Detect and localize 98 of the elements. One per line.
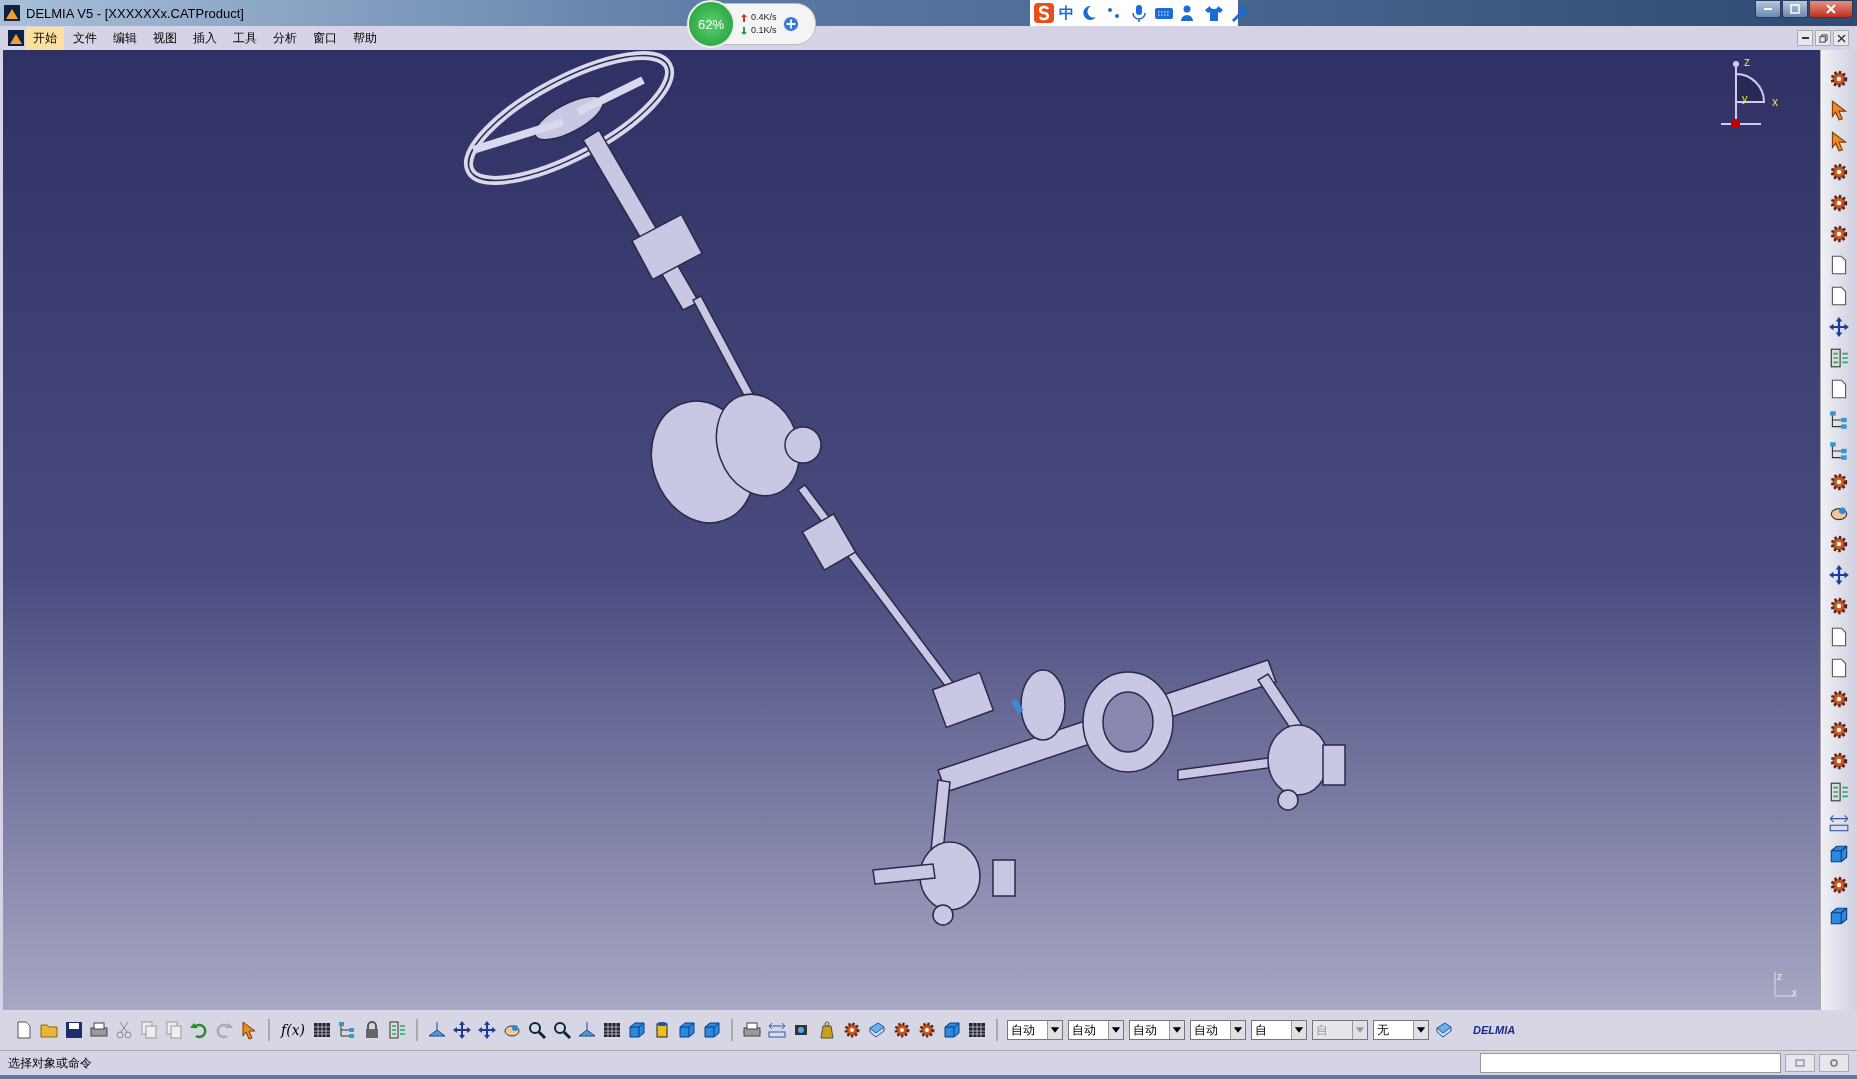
dropdown-caret-icon	[1230, 1021, 1245, 1039]
dropdown-caret-icon	[1108, 1021, 1123, 1039]
property-dropdown[interactable]: 无	[1373, 1020, 1429, 1040]
gear-icon[interactable]	[917, 1020, 937, 1040]
status-prompt: 选择对象或命令	[8, 1054, 92, 1072]
s-logo-icon	[1034, 3, 1054, 23]
ime-mode-toggle[interactable]: 中	[1059, 3, 1074, 23]
printer-icon[interactable]	[742, 1020, 762, 1040]
four-arrows-icon[interactable]	[1828, 564, 1850, 586]
window-icon	[1795, 1058, 1805, 1068]
upload-speed: 0.4K/s	[741, 11, 777, 24]
app-icon	[4, 5, 20, 21]
menu-item[interactable]: 插入	[186, 26, 224, 50]
gear-icon[interactable]	[1828, 223, 1850, 245]
gear-icon[interactable]	[1828, 471, 1850, 493]
gear-icon	[1829, 1058, 1839, 1068]
tree-icon[interactable]	[1828, 409, 1850, 431]
dropdown-caret-icon	[1291, 1021, 1306, 1039]
document-icon[interactable]	[14, 1020, 34, 1040]
menu-item[interactable]: 开始	[26, 26, 64, 50]
weight-icon[interactable]	[817, 1020, 837, 1040]
close-icon	[1826, 4, 1836, 14]
maximize-button[interactable]	[1782, 0, 1808, 18]
cube-icon[interactable]	[1828, 843, 1850, 865]
status-button[interactable]	[1819, 1054, 1849, 1072]
window-title: DELMIA V5 - [XXXXXXx.CATProduct]	[26, 5, 244, 21]
book-icon[interactable]	[867, 1020, 887, 1040]
gear-icon[interactable]	[1828, 161, 1850, 183]
close-button[interactable]	[1833, 30, 1849, 46]
menu-item[interactable]: 工具	[226, 26, 264, 50]
dropdown-caret-icon	[1169, 1021, 1184, 1039]
ruler-icon[interactable]	[767, 1020, 787, 1040]
ruler-icon[interactable]	[1828, 812, 1850, 834]
cube-icon[interactable]	[942, 1020, 962, 1040]
four-arrows-icon[interactable]	[1828, 316, 1850, 338]
gear-icon[interactable]	[892, 1020, 912, 1040]
command-input[interactable]	[1480, 1053, 1781, 1073]
four-arrows-icon[interactable]	[477, 1020, 497, 1040]
magnifier-icon[interactable]	[552, 1020, 572, 1040]
property-dropdown[interactable]: 自动	[1007, 1020, 1063, 1040]
maximize-icon	[1790, 4, 1800, 14]
shirt-icon[interactable]	[1204, 3, 1224, 23]
cube-icon[interactable]	[1828, 905, 1850, 927]
property-dropdown[interactable]: 自动	[1129, 1020, 1185, 1040]
gear-icon[interactable]	[1828, 68, 1850, 90]
dropdown-caret-icon	[1413, 1021, 1428, 1039]
printer-icon[interactable]	[89, 1020, 109, 1040]
minimize-icon	[1801, 37, 1809, 39]
menu-item[interactable]: 帮助	[346, 26, 384, 50]
minimize-button[interactable]	[1755, 0, 1781, 18]
list-icon[interactable]	[1828, 781, 1850, 803]
grid-icon[interactable]	[967, 1020, 987, 1040]
axis-indicator: z x	[1770, 970, 1800, 1000]
gear-icon[interactable]	[1828, 750, 1850, 772]
minimize-button[interactable]	[1797, 30, 1813, 46]
download-speed: 0.1K/s	[741, 24, 777, 37]
minimize-icon	[1764, 8, 1772, 10]
close-icon	[1836, 33, 1846, 43]
gear-icon[interactable]	[1828, 533, 1850, 555]
plus-icon[interactable]	[782, 16, 799, 32]
cube-icon[interactable]	[627, 1020, 647, 1040]
cube-icon[interactable]	[702, 1020, 722, 1040]
list-icon[interactable]	[1828, 347, 1850, 369]
gear-icon[interactable]	[842, 1020, 862, 1040]
menu-item[interactable]: 窗口	[306, 26, 344, 50]
four-arrows-icon[interactable]	[452, 1020, 472, 1040]
dropdown-caret-icon	[1047, 1021, 1062, 1039]
cube-icon[interactable]	[677, 1020, 697, 1040]
book-icon[interactable]	[1434, 1020, 1454, 1040]
menu-item[interactable]: 编辑	[106, 26, 144, 50]
brand-logo: DELMIA	[1473, 1024, 1516, 1036]
gear-icon[interactable]	[1828, 719, 1850, 741]
microphone-icon[interactable]	[1129, 3, 1149, 23]
menu-item[interactable]: 分析	[266, 26, 304, 50]
axis-compass[interactable]: z y x	[1716, 54, 1786, 134]
close-button[interactable]	[1809, 0, 1853, 18]
property-dropdown[interactable]: 自	[1251, 1020, 1307, 1040]
property-dropdown[interactable]: 自动	[1190, 1020, 1246, 1040]
menu-item[interactable]: 文件	[66, 26, 104, 50]
magnifier-icon[interactable]	[527, 1020, 547, 1040]
tree-icon[interactable]	[1828, 440, 1850, 462]
up-arrow-icon	[741, 13, 747, 22]
down-arrow-icon	[741, 26, 747, 35]
gear-icon[interactable]	[1828, 192, 1850, 214]
dropdown-caret-icon	[1352, 1021, 1367, 1039]
grid-icon[interactable]	[602, 1020, 622, 1040]
grid-icon[interactable]	[312, 1020, 332, 1040]
gear-icon[interactable]	[1828, 595, 1850, 617]
gear-icon[interactable]	[1828, 688, 1850, 710]
restore-button[interactable]	[1815, 30, 1831, 46]
usage-gauge: 62%	[687, 0, 735, 48]
document-window-icon[interactable]	[8, 30, 24, 46]
formula-button[interactable]: f(x)	[279, 1022, 307, 1038]
3d-viewport[interactable]: z y x z x	[0, 50, 1820, 1010]
gear-icon[interactable]	[1828, 874, 1850, 896]
menu-item[interactable]: 视图	[146, 26, 184, 50]
property-dropdown[interactable]: 自动	[1068, 1020, 1124, 1040]
restore-icon	[1818, 33, 1828, 43]
